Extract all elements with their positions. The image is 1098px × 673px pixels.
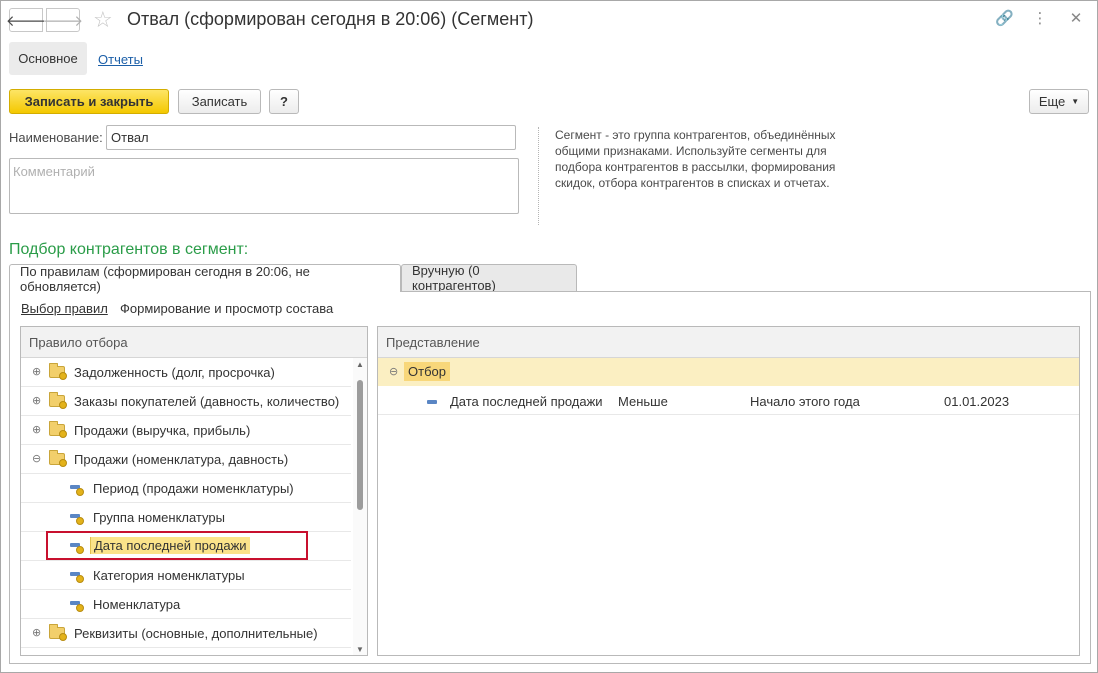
collapse-icon[interactable]: ⊖ (32, 452, 41, 465)
folder-icon (49, 450, 67, 467)
folder-icon (49, 392, 67, 409)
tree-item-debt[interactable]: ⊕ Задолженность (долг, просрочка) (21, 358, 351, 387)
tree-item-orders[interactable]: ⊕ Заказы покупателей (давность, количест… (21, 387, 351, 416)
tree-item-nomenclature-group[interactable]: Группа номенклатуры (21, 503, 351, 532)
tree-item-label: Задолженность (долг, просрочка) (74, 365, 275, 380)
filter-group-label: Отбор (404, 362, 450, 381)
tree-item-attributes[interactable]: ⊕ Реквизиты (основные, дополнительные) (21, 619, 351, 648)
tree-item-label: Реквизиты (основные, дополнительные) (74, 626, 318, 641)
more-button[interactable]: Еще ▼ (1029, 89, 1089, 114)
condition-value: Начало этого года (750, 394, 860, 409)
expand-icon[interactable]: ⊕ (32, 626, 41, 639)
expand-icon[interactable]: ⊕ (32, 365, 41, 378)
chevron-down-icon: ▼ (1071, 97, 1080, 106)
star-icon[interactable]: ☆ (93, 7, 113, 33)
arrow-right-icon: 🡒 (42, 12, 84, 30)
field-icon (70, 485, 84, 496)
expand-icon[interactable]: ⊕ (32, 394, 41, 407)
field-icon (427, 400, 437, 404)
condition-field: Дата последней продажи (450, 394, 603, 409)
field-icon (70, 514, 84, 525)
window-title: Отвал (сформирован сегодня в 20:06) (Сег… (127, 9, 534, 29)
tree-item-sales-nomenclature[interactable]: ⊖ Продажи (номенклатура, давность) (21, 445, 351, 474)
tree-item-nomenclature-category[interactable]: Категория номенклатуры (21, 561, 351, 590)
tree-scrollbar[interactable]: ▲ ▼ (353, 358, 367, 655)
tab-by-rules[interactable]: По правилам (сформирован сегодня в 20:06… (9, 264, 401, 294)
link-icon[interactable]: 🔗 (995, 9, 1014, 27)
more-vertical-icon[interactable]: ⋮ (1031, 9, 1049, 27)
tree-item-label: Заказы покупателей (давность, количество… (74, 394, 340, 409)
divider (538, 127, 539, 225)
segment-info-text: Сегмент - это группа контрагентов, объед… (555, 128, 836, 190)
highlight-box (46, 531, 308, 560)
tree-item-label: Группа номенклатуры (93, 510, 225, 525)
rules-selection-link[interactable]: Выбор правил (21, 301, 108, 316)
forward-button[interactable]: 🡒 (42, 8, 84, 32)
field-icon (70, 572, 84, 583)
segment-window: 🡐 🡒 ☆ Отвал (сформирован сегодня в 20:06… (0, 0, 1098, 673)
arrow-left-icon: 🡐 (5, 12, 47, 30)
save-button[interactable]: Записать (178, 89, 261, 114)
scroll-thumb[interactable] (357, 380, 363, 510)
tree-item-label: Период (продажи номенклатуры) (93, 481, 294, 496)
tree-item-sales-revenue[interactable]: ⊕ Продажи (выручка, прибыль) (21, 416, 351, 445)
filter-group-row[interactable]: ⊖ Отбор (378, 358, 1079, 386)
window-controls: 🔗 ⋮ ✕ (995, 9, 1085, 27)
tree-item-label: Категория номенклатуры (93, 568, 245, 583)
tree-item-label: Продажи (номенклатура, давность) (74, 452, 289, 467)
scroll-down-icon[interactable]: ▼ (356, 645, 364, 654)
representation-panel: Представление ⊖ Отбор Дата последней про… (377, 326, 1080, 656)
representation-header: Представление (378, 327, 1079, 358)
tree-header: Правило отбора (21, 327, 367, 358)
condition-date: 01.01.2023 (944, 394, 1010, 409)
tab-manual[interactable]: Вручную (0 контрагентов) (401, 263, 577, 293)
back-button[interactable]: 🡐 (5, 8, 47, 32)
folder-icon (49, 363, 67, 380)
tree-item-label: Номенклатура (93, 597, 181, 612)
section-tab-reports[interactable]: Отчеты (98, 52, 143, 67)
close-icon[interactable]: ✕ (1067, 9, 1085, 27)
more-button-label: Еще (1038, 94, 1066, 109)
comment-field[interactable]: Комментарий (9, 158, 519, 214)
expand-icon[interactable]: ⊕ (32, 423, 41, 436)
section-tab-main[interactable]: Основное (9, 42, 87, 75)
collapse-icon[interactable]: ⊖ (389, 365, 398, 378)
condition-operator: Меньше (618, 394, 668, 409)
name-label: Наименование: (9, 130, 103, 145)
name-field[interactable] (106, 125, 516, 150)
tree-item-nomenclature[interactable]: Номенклатура (21, 590, 351, 619)
folder-icon (49, 421, 67, 438)
folder-icon (49, 624, 67, 641)
filter-condition-row[interactable]: Дата последней продажи Меньше Начало это… (378, 386, 1079, 415)
help-button[interactable]: ? (269, 89, 299, 114)
tree-item-label: Продажи (выручка, прибыль) (74, 423, 251, 438)
save-and-close-button[interactable]: Записать и закрыть (9, 89, 169, 114)
scroll-up-icon[interactable]: ▲ (356, 360, 364, 369)
selection-section-title: Подбор контрагентов в сегмент: (9, 241, 249, 258)
tree-item-period[interactable]: Период (продажи номенклатуры) (21, 474, 351, 503)
composition-link[interactable]: Формирование и просмотр состава (120, 301, 333, 316)
field-icon (70, 601, 84, 612)
rules-tree: Правило отбора ⊕ Задолженность (долг, пр… (20, 326, 368, 656)
